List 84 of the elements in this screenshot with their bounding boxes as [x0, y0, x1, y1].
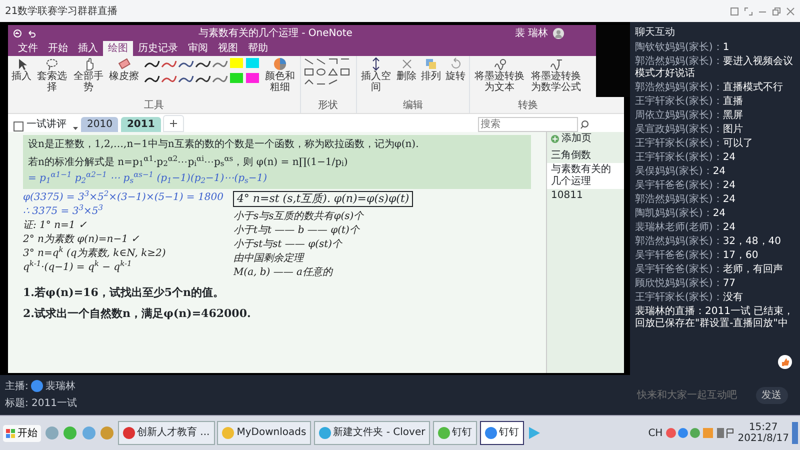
chat-message: 裴瑞林的直播：2011一试 已结束，回放已保存在"群设置-直播回放"中 — [635, 306, 795, 330]
topic-text: 标题: 2011一试 — [5, 396, 78, 412]
chat-message: 郭浩然妈妈(家长)：24 — [635, 194, 737, 206]
chat-message: 郭浩然妈妈(家长)：直播模式不行 — [635, 82, 784, 94]
chat-message: 郭浩然妈妈(家长)：要进入视频会议模式才好说话 — [635, 56, 794, 80]
ribbon-button[interactable]: 将墨迹转换为文本 — [472, 56, 526, 94]
chat-message: 陶凯妈妈(家长)：24 — [635, 208, 727, 220]
chat-message: 郭浩然妈妈(家长)：32，48，40 — [635, 236, 782, 248]
ribbon-button[interactable]: 排列 — [420, 56, 442, 83]
ribbon-button[interactable]: 颜色和粗细 — [263, 56, 297, 94]
taskbar-item[interactable]: 创新人才教育 ... — [118, 421, 215, 445]
page-item[interactable]: 10811 — [547, 188, 624, 202]
chat-message: 陶钦钦妈妈(家长)：1 — [635, 42, 730, 54]
menu-tab[interactable]: 插入 — [73, 41, 103, 56]
problem-text: 1.若φ(n)=16，试找出至少5个n的值。 — [23, 284, 226, 300]
menu-tab[interactable]: 文件 — [13, 41, 43, 56]
handwritten-line: 2° n为素数 φ(n)=n−1 ✓ — [23, 233, 140, 246]
ribbon-button[interactable]: 橡皮擦 — [108, 56, 140, 83]
clock-time[interactable]: 15:27 — [748, 422, 778, 433]
handwritten-line: 小于s与s互质的数共有φ(s)个 — [233, 210, 365, 224]
ribbon-button[interactable]: 将墨迹转换为数学公式 — [529, 56, 583, 94]
handwritten-line: 证: 1° n=1 ✓ — [23, 219, 88, 233]
add-page-button[interactable]: 添加页 — [547, 132, 624, 146]
language-indicator[interactable]: CH — [648, 426, 663, 440]
start-button[interactable]: 开始 — [2, 424, 41, 442]
page-item[interactable]: 三角倒数 — [547, 148, 624, 162]
chat-input[interactable]: 快来和大家一起互动吧 — [635, 386, 753, 404]
chat-message: 吴宇轩爸爸(家长)：24 — [635, 180, 737, 192]
handwritten-line: q$^{k-1}$·(q−1) = q$^{k}$ − q$^{k-1}$ — [23, 261, 133, 275]
chat-message: 吴宇轩爸爸(家长)：17，60 — [635, 250, 760, 262]
window-title: 与素数有关的几个运理 - OneNote — [198, 26, 352, 40]
app-title: 21数学联赛学习群群直播 — [5, 4, 118, 18]
ribbon-button[interactable]: 全部手势 — [72, 56, 106, 94]
ribbon-button[interactable]: 删除 — [396, 56, 418, 83]
theorem-text: 若n的标准分解式是 n=p$_{1}$$^{α1}$·p$_{2}$$^{α2}$⋯p$_{i}$$^{αi}$⋯p$_{s}$$^{αs}$，则 φ(n) = n∏(1−1/p$_{i}$) — [28, 154, 349, 170]
chat-message: 王宇轩家长(家长)：直播 — [635, 96, 744, 108]
menu-tab[interactable]: 视图 — [213, 41, 243, 56]
ribbon-button[interactable]: 插入空间 — [359, 56, 393, 94]
group-label: 形状 — [317, 98, 339, 113]
menu-tab[interactable]: 绘图 — [103, 41, 133, 56]
group-label: 编辑 — [402, 98, 424, 113]
handwritten-line: 小于st与st —— φ(st)个 — [233, 238, 344, 252]
problem-text: 2.试求出一个自然数n，满足φ(n)=462000. — [23, 306, 252, 322]
send-button[interactable]: 发送 — [756, 386, 788, 404]
taskbar-item[interactable]: 钉钉 — [432, 421, 478, 445]
chat-message: 王宇轩家长(家长)：没有 — [635, 292, 744, 304]
chat-message: 顾欣悦妈妈(家长)：77 — [635, 278, 737, 290]
ribbon-button[interactable]: 插入 — [10, 56, 32, 83]
theorem-text: 设n是正整数，1,2,…,n−1中与n互素的数的个数是一个函数，称为欧拉函数，记为φ(n). — [28, 138, 420, 152]
chat-message: 吴宣政妈妈(家长)：图片 — [635, 124, 744, 136]
chat-message: 王宇轩家长(家长)：可以了 — [635, 138, 754, 150]
menu-tab[interactable]: 审阅 — [183, 41, 213, 56]
handwritten-line: 由中国剩余定理 — [233, 252, 306, 266]
group-label: 转换 — [516, 99, 539, 113]
host-label: 主播: — [5, 380, 28, 394]
user-name: 裴 瑞林 — [514, 26, 548, 40]
menu-tab[interactable]: 开始 — [43, 41, 73, 56]
handwritten-line: 小于t与t —— b —— φ(t)个 — [233, 224, 361, 238]
taskbar-item[interactable]: 钉钉 — [480, 421, 524, 445]
chat-title: 聊天互动 — [635, 26, 676, 40]
chat-message: 吴俣妈妈(家长)：24 — [635, 166, 727, 178]
notebook-name[interactable]: 一试讲评 — [26, 117, 66, 132]
host-name: 裴瑞林 — [45, 380, 76, 394]
taskbar-item[interactable]: 新建文件夹 - Clover — [314, 421, 430, 445]
chat-message: 周依立妈妈(家长)：黑屏 — [635, 110, 744, 122]
handwritten-line: ∴ 3375 = 3$^{3}$×5$^{3}$ — [23, 205, 104, 219]
ribbon-button[interactable]: 旋转 — [444, 56, 466, 83]
chat-message: 吴宇轩爸爸(家长)：老师，有回声 — [635, 264, 784, 276]
chat-message: 裴瑞林老师(老师)：24 — [635, 222, 737, 234]
taskbar-item[interactable]: MyDownloads — [217, 421, 312, 445]
handwritten-line: 3° n=q$^{k}$ (q为素数, k∈N, k≥2) — [23, 247, 167, 260]
section-tab[interactable]: 2011 — [120, 117, 161, 132]
menu-tab[interactable]: 帮助 — [243, 41, 273, 56]
ribbon-button[interactable]: 套索选择 — [35, 56, 69, 94]
menu-tab[interactable]: 历史记录 — [133, 41, 183, 56]
group-label: 工具 — [142, 99, 165, 113]
section-tab[interactable]: 2010 — [81, 117, 118, 132]
handwritten-line: M(a, b) —— a任意的 — [233, 266, 334, 280]
search-field[interactable]: 搜索 — [478, 117, 578, 132]
page-item[interactable]: 与素数有关的几个运理 — [547, 162, 624, 188]
handwritten-line: φ(3375) = 3$^{3}$×5$^{2}$×(3−1)×(5−1) = 1800 — [23, 191, 224, 204]
chat-message: 王宇轩家长(家长)：24 — [635, 152, 737, 164]
handwritten-formula: = p$_{1}$$^{α1−1}$ p$_{2}$$^{α2−1}$ ⋯ p$_{s}$$^{αs−1}$ (p$_{1}$−1)(p$_{2}$−1)⋯(p$_{s}$−1) — [28, 172, 268, 186]
clock-date[interactable]: 2021/8/17 — [738, 433, 789, 444]
